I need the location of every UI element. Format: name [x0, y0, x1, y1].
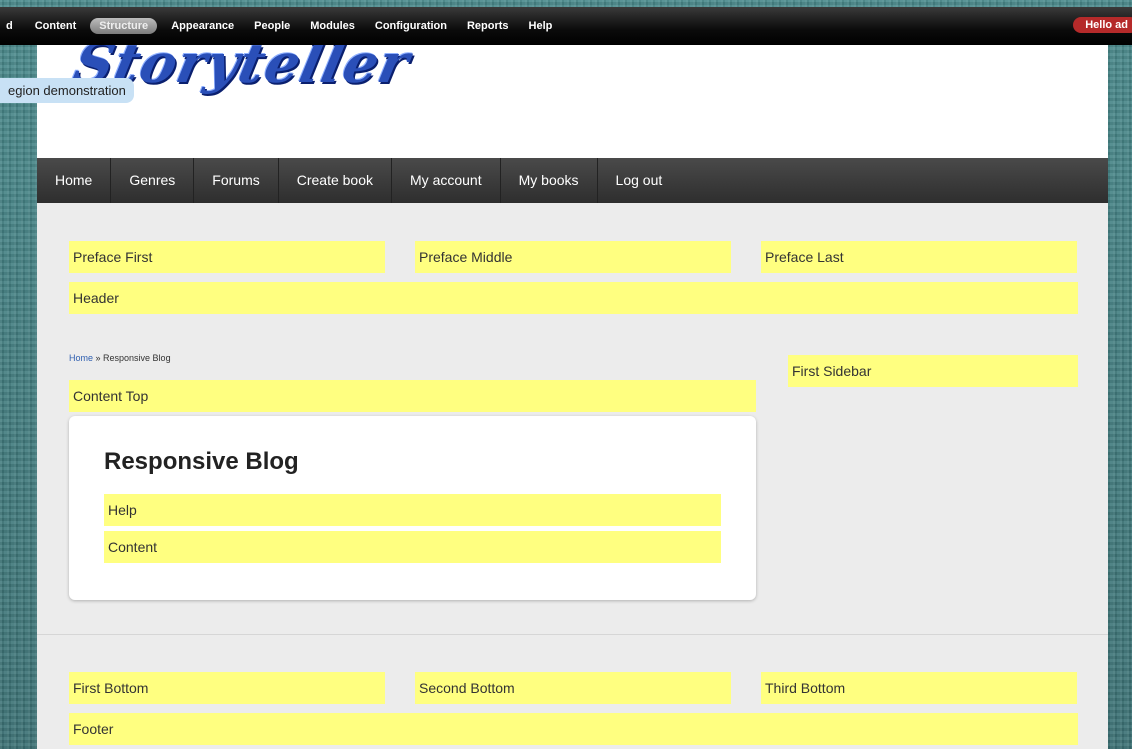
toolbar-item-content[interactable]: Content	[25, 20, 87, 32]
user-greeting-button[interactable]: Hello ad	[1073, 17, 1132, 33]
nav-item-create-book[interactable]: Create book	[279, 158, 393, 203]
region-preface-last: Preface Last	[761, 241, 1077, 273]
section-divider	[37, 634, 1108, 635]
breadcrumb: Home » Responsive Blog	[69, 353, 171, 363]
nav-item-my-account[interactable]: My account	[392, 158, 501, 203]
breadcrumb-current: Responsive Blog	[103, 353, 171, 363]
toolbar-item-modules[interactable]: Modules	[300, 20, 365, 32]
toolbar-item-reports[interactable]: Reports	[457, 20, 519, 32]
toolbar-item-structure[interactable]: Structure	[90, 18, 158, 34]
region-content: Content	[104, 531, 721, 563]
region-footer: Footer	[69, 713, 1078, 745]
region-content-top: Content Top	[69, 380, 756, 412]
nav-item-home[interactable]: Home	[37, 158, 112, 203]
toolbar-item-configuration[interactable]: Configuration	[365, 20, 457, 32]
region-preface-first: Preface First	[69, 241, 385, 273]
region-third-bottom: Third Bottom	[761, 672, 1077, 704]
site-header: Storyteller	[37, 31, 1108, 158]
region-first-bottom: First Bottom	[69, 672, 385, 704]
toolbar-item-appearance[interactable]: Appearance	[161, 20, 244, 32]
nav-item-genres[interactable]: Genres	[111, 158, 195, 203]
nav-item-my-books[interactable]: My books	[501, 158, 598, 203]
toolbar-item-people[interactable]: People	[244, 20, 300, 32]
region-help: Help	[104, 494, 721, 526]
toolbar-item-help[interactable]: Help	[519, 20, 563, 32]
nav-item-forums[interactable]: Forums	[194, 158, 279, 203]
breadcrumb-home-link[interactable]: Home	[69, 353, 93, 363]
toolbar-item-dashboard[interactable]: d	[0, 20, 25, 32]
region-preface-middle: Preface Middle	[415, 241, 731, 273]
admin-toolbar: d Content Structure Appearance People Mo…	[0, 7, 1132, 45]
breadcrumb-separator: »	[93, 353, 104, 363]
nav-item-log-out[interactable]: Log out	[598, 158, 681, 203]
main-navigation: Home Genres Forums Create book My accoun…	[37, 158, 1108, 203]
region-second-bottom: Second Bottom	[415, 672, 731, 704]
region-first-sidebar: First Sidebar	[788, 355, 1078, 387]
region-demonstration-label: egion demonstration	[0, 78, 134, 103]
region-header: Header	[69, 282, 1078, 314]
page-title: Responsive Blog	[104, 448, 299, 475]
